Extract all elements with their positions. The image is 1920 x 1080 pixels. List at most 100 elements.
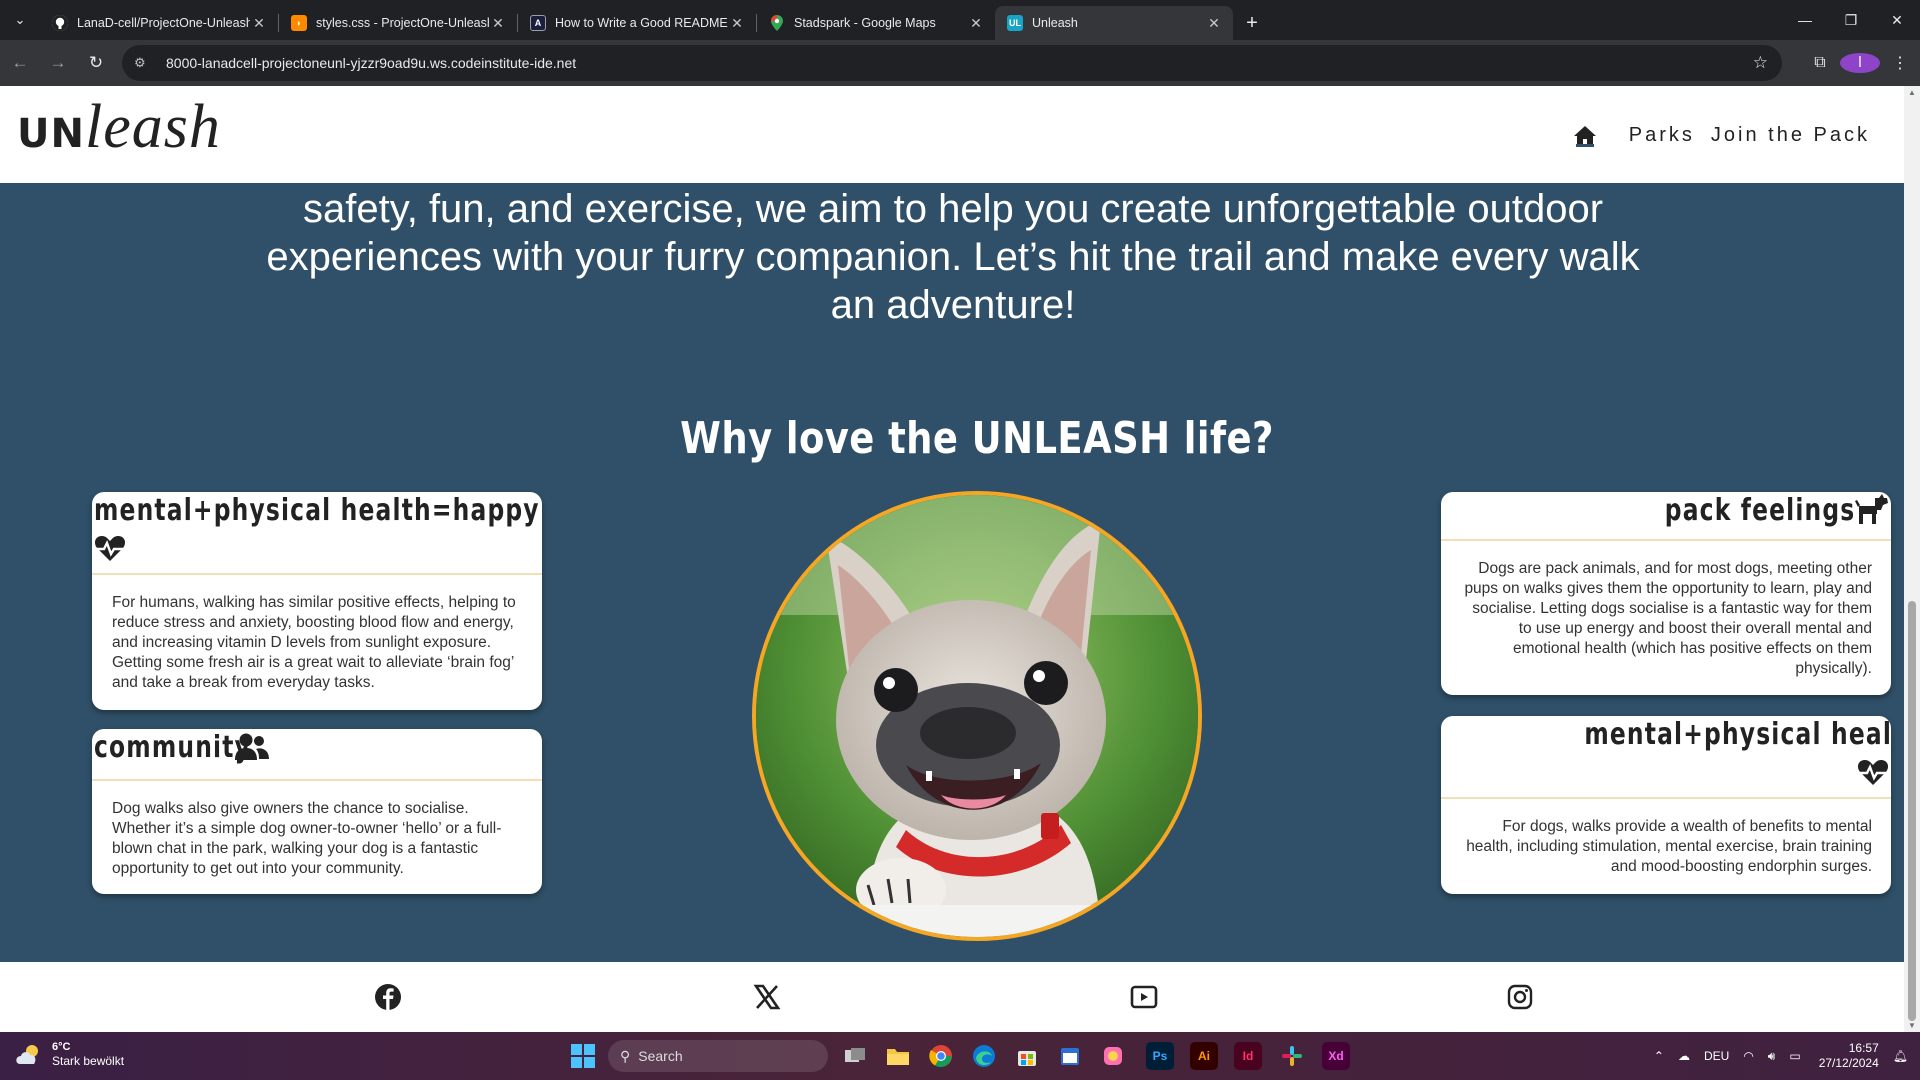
- store-icon[interactable]: [1013, 1042, 1041, 1070]
- tab-title: Unleash: [1032, 16, 1078, 30]
- benefit-card-pack-feelings: pack feelings Dogs are pack animals, and…: [1441, 492, 1891, 695]
- xd-icon[interactable]: Xd: [1322, 1042, 1350, 1070]
- close-tab-icon[interactable]: ✕: [728, 15, 746, 32]
- page-scrollbar[interactable]: ▲ ▼: [1904, 86, 1920, 1032]
- logo-un: UN: [17, 111, 85, 157]
- system-tray: ⌃ ☁ DEU ◠ 🔊︎ ▭ 16:57 27/12/2024 🔔︎: [1640, 1032, 1908, 1080]
- home-icon[interactable]: [1573, 125, 1597, 147]
- site-settings-icon[interactable]: ⚙: [134, 55, 156, 71]
- indesign-icon[interactable]: Id: [1234, 1042, 1262, 1070]
- scroll-up-icon[interactable]: ▲: [1908, 88, 1916, 97]
- cloud-icon: [16, 1044, 38, 1064]
- tab-title: Stadspark - Google Maps: [794, 16, 936, 30]
- close-tab-icon[interactable]: ✕: [250, 15, 268, 32]
- x-icon[interactable]: [752, 982, 782, 1012]
- instagram-icon[interactable]: [1505, 982, 1535, 1012]
- main-nav: Parks Join the Pack: [1573, 124, 1870, 147]
- restore-icon[interactable]: ❐: [1828, 0, 1874, 40]
- photos-app-icon[interactable]: [1099, 1042, 1127, 1070]
- close-tab-icon[interactable]: ✕: [489, 15, 507, 32]
- card-title: mental+physical health=happy life: [94, 493, 542, 528]
- heart-pulse-icon: [1857, 760, 1889, 785]
- tab-title: styles.css - ProjectOne-Unleash: [316, 16, 489, 30]
- heart-pulse-icon: [94, 536, 126, 561]
- address-bar[interactable]: ⚙ 8000-lanadcell-projectoneunl-yjzzr9oad…: [122, 45, 1782, 81]
- tab-title: How to Write a Good README: [555, 16, 728, 30]
- forward-arrow-icon[interactable]: →: [40, 45, 76, 81]
- logo-leash: leash: [84, 93, 221, 161]
- clock-time: 16:57: [1848, 1041, 1879, 1055]
- close-tab-icon[interactable]: ✕: [967, 15, 985, 32]
- scroll-down-icon[interactable]: ▼: [1908, 1021, 1916, 1030]
- edge-icon[interactable]: [970, 1042, 998, 1070]
- taskbar-search[interactable]: ⚲ Search: [608, 1040, 828, 1072]
- tab-search-button[interactable]: ⌄: [0, 0, 40, 40]
- dog-icon: [1855, 494, 1888, 524]
- taskbar-clock[interactable]: 16:57 27/12/2024: [1819, 1041, 1879, 1071]
- browser-tab-maps[interactable]: Stadspark - Google Maps ✕: [757, 6, 995, 40]
- weather-desc: Stark bewölkt: [52, 1054, 125, 1068]
- calendar-app-icon[interactable]: [1056, 1042, 1084, 1070]
- browser-tab-bar: ⌄ LanaD-cell/ProjectOne-Unleash ✕ ◗ styl…: [0, 0, 1920, 40]
- browser-tab-styles[interactable]: ◗ styles.css - ProjectOne-Unleash ✕: [279, 6, 517, 40]
- onedrive-icon[interactable]: ☁: [1678, 1049, 1690, 1063]
- back-arrow-icon[interactable]: ←: [2, 45, 38, 81]
- browser-tab-github[interactable]: LanaD-cell/ProjectOne-Unleash ✕: [40, 6, 278, 40]
- wifi-icon[interactable]: ◠: [1743, 1049, 1753, 1063]
- maps-pin-icon: [769, 15, 785, 31]
- youtube-icon[interactable]: [1129, 982, 1159, 1012]
- close-tab-icon[interactable]: ✕: [1205, 15, 1223, 32]
- windows-taskbar: 6°C Stark bewölkt ⚲ Search Ps Ai Id Xd ⌃…: [0, 1032, 1920, 1080]
- benefit-card-dog-health: mental+physical health=happy dog For dog…: [1441, 716, 1891, 894]
- tab-title: LanaD-cell/ProjectOne-Unleash: [77, 16, 250, 30]
- illustrator-icon[interactable]: Ai: [1190, 1042, 1218, 1070]
- card-title: community: [94, 730, 252, 765]
- close-window-icon[interactable]: ✕: [1874, 0, 1920, 40]
- extensions-icon[interactable]: ⧉: [1800, 54, 1840, 72]
- site-logo[interactable]: UNleash: [17, 92, 221, 163]
- profile-button[interactable]: I: [1840, 53, 1880, 73]
- photoshop-icon[interactable]: Ps: [1146, 1042, 1174, 1070]
- dog-photo: [752, 491, 1202, 941]
- weather-widget[interactable]: 6°C Stark bewölkt: [14, 1040, 124, 1069]
- docs-icon: A: [530, 15, 546, 31]
- browser-tab-unleash[interactable]: UL Unleash ✕: [995, 6, 1233, 40]
- nav-link-join-the-pack[interactable]: Join the Pack: [1711, 124, 1870, 147]
- card-body: Dogs are pack animals, and for most dogs…: [1464, 560, 1872, 677]
- benefit-card-community: community Dog walks also give owners the…: [92, 729, 542, 894]
- toolbar-actions: ⧉ I ⋮: [1800, 40, 1920, 86]
- scrollbar-thumb[interactable]: [1908, 601, 1916, 1021]
- reload-icon[interactable]: ↻: [78, 45, 114, 81]
- file-explorer-icon[interactable]: [884, 1042, 912, 1070]
- taskbar-search-label: Search: [638, 1048, 683, 1064]
- bookmark-star-icon[interactable]: ☆: [1753, 53, 1768, 73]
- card-body: For humans, walking has similar positive…: [112, 594, 516, 691]
- battery-icon[interactable]: ▭: [1789, 1049, 1800, 1063]
- avatar: I: [1840, 53, 1880, 73]
- nav-link-parks[interactable]: Parks: [1629, 124, 1695, 147]
- facebook-icon[interactable]: [373, 982, 403, 1012]
- browser-tab-readme[interactable]: A How to Write a Good README ✕: [518, 6, 756, 40]
- browser-menu-icon[interactable]: ⋮: [1880, 53, 1920, 73]
- github-icon: [52, 15, 68, 31]
- slack-icon[interactable]: [1278, 1042, 1306, 1070]
- new-tab-button[interactable]: +: [1237, 6, 1267, 40]
- unleash-icon: UL: [1007, 15, 1023, 31]
- notifications-bell-icon[interactable]: 🔔︎: [1893, 1049, 1908, 1063]
- card-title: pack feelings: [1664, 493, 1855, 528]
- tray-overflow-icon[interactable]: ⌃: [1654, 1049, 1664, 1063]
- web-page: UNleash Parks Join the Pack safety, fun,…: [0, 86, 1904, 1032]
- language-indicator[interactable]: DEU: [1704, 1049, 1729, 1063]
- chrome-icon[interactable]: [927, 1042, 955, 1070]
- clock-date: 27/12/2024: [1818, 1056, 1879, 1070]
- browser-toolbar: ← → ↻ ⚙ 8000-lanadcell-projectoneunl-yjz…: [0, 40, 1920, 86]
- windows-start-icon[interactable]: [571, 1044, 595, 1068]
- card-body: Dog walks also give owners the chance to…: [112, 800, 502, 877]
- minimize-icon[interactable]: —: [1782, 0, 1828, 40]
- volume-icon[interactable]: 🔊︎: [1768, 1049, 1776, 1064]
- gitpod-icon: ◗: [291, 15, 307, 31]
- why-heading: Why love the UNLEASH life?: [680, 413, 1274, 464]
- task-view-icon[interactable]: [841, 1042, 869, 1070]
- benefit-card-human-health: mental+physical health=happy life For hu…: [92, 492, 542, 710]
- address-text: 8000-lanadcell-projectoneunl-yjzzr9oad9u…: [166, 55, 577, 71]
